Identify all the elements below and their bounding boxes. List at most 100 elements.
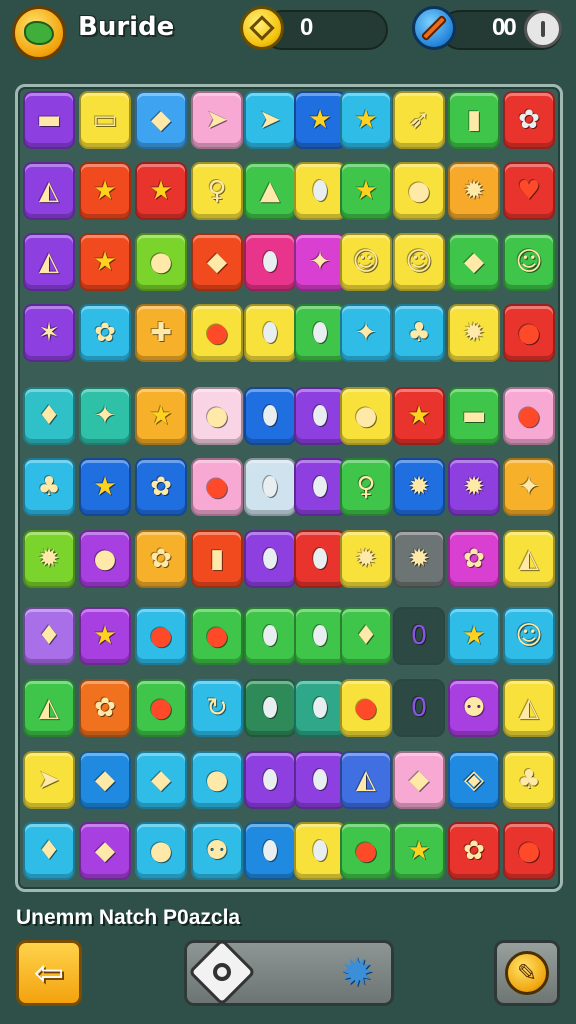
tile-gear[interactable]: ✹ (340, 530, 392, 588)
tile-pin[interactable]: ⬮ (244, 304, 296, 362)
tile-plane[interactable]: ➤ (23, 751, 75, 809)
tile-gear[interactable]: ✹ (448, 162, 500, 220)
tile-flower[interactable]: ✿ (448, 530, 500, 588)
tile-flower[interactable]: ✿ (135, 458, 187, 516)
tile-pin[interactable]: ⬮ (294, 607, 346, 665)
tile-bar[interactable]: ▮ (191, 530, 243, 588)
tile-star[interactable]: ★ (340, 91, 392, 149)
tile-bird[interactable]: ● (393, 162, 445, 220)
tile-gear[interactable]: ✹ (393, 530, 445, 588)
tile-pin[interactable]: ⬮ (294, 458, 346, 516)
tile-splat[interactable]: ✹ (23, 530, 75, 588)
tile-pin[interactable]: ⬮ (244, 387, 296, 445)
tile-star[interactable]: ★ (393, 387, 445, 445)
tile-leaf[interactable]: ◆ (135, 751, 187, 809)
tile-puzzle[interactable]: ♣ (393, 304, 445, 362)
tile-face[interactable]: ⚉ (191, 822, 243, 880)
tile-gem[interactable]: ◆ (191, 233, 243, 291)
tile-pin[interactable]: ⬮ (244, 679, 296, 737)
tile-flower[interactable]: ✿ (135, 530, 187, 588)
tile-pin[interactable]: ⬮ (294, 387, 346, 445)
tile-splash[interactable]: ✦ (79, 387, 131, 445)
tile-plane[interactable]: ◭ (340, 751, 392, 809)
tile-ball[interactable]: ● (503, 387, 555, 445)
tile-diamond[interactable]: ◈ (448, 751, 500, 809)
tile-plane[interactable]: ◭ (23, 162, 75, 220)
tile-leaf[interactable]: ♦ (23, 387, 75, 445)
tile-pin[interactable]: ⬮ (294, 679, 346, 737)
tile-empty[interactable]: 0 (393, 679, 445, 737)
tile-face[interactable]: ☺ (503, 607, 555, 665)
tile-ring[interactable]: ⬮ (294, 162, 346, 220)
tile-apple[interactable]: ● (135, 679, 187, 737)
tile-ball[interactable]: ● (503, 304, 555, 362)
tile-key[interactable]: ♀ (191, 162, 243, 220)
tile-ball[interactable]: ● (191, 607, 243, 665)
tile-splash[interactable]: ✦ (294, 233, 346, 291)
tile-star4[interactable]: ✦ (340, 304, 392, 362)
tile-flower[interactable]: ✿ (79, 679, 131, 737)
pencil-icon[interactable] (412, 6, 456, 50)
tile-flower[interactable]: ✿ (79, 304, 131, 362)
tile-face[interactable]: ☺ (503, 233, 555, 291)
tile-leaf[interactable]: ◆ (135, 91, 187, 149)
tile-face[interactable]: ☺ (393, 233, 445, 291)
tile-ring[interactable]: ⬮ (244, 530, 296, 588)
tile-puzzle[interactable]: ♣ (23, 458, 75, 516)
tile-card[interactable]: ▭ (79, 91, 131, 149)
tool-button[interactable]: ✎ (494, 940, 560, 1006)
tile-star[interactable]: ★ (294, 91, 346, 149)
tile-star[interactable]: ★ (135, 162, 187, 220)
tile-star[interactable]: ★ (135, 387, 187, 445)
tile-apple[interactable]: ● (340, 679, 392, 737)
tile-gem[interactable]: ◆ (79, 822, 131, 880)
tile-cross[interactable]: ✚ (135, 304, 187, 362)
tile-gear[interactable]: ✹ (448, 458, 500, 516)
tile-heart[interactable]: ♥ (503, 162, 555, 220)
tile-card[interactable]: ▮ (448, 91, 500, 149)
tile-gear[interactable]: ✹ (448, 304, 500, 362)
tile-plane[interactable]: ➤ (191, 91, 243, 149)
tile-plane[interactable]: ◭ (503, 530, 555, 588)
tile-ring[interactable]: ⬮ (294, 530, 346, 588)
tile-apple[interactable]: ● (191, 304, 243, 362)
tile-gem[interactable]: ◆ (393, 751, 445, 809)
tile-jar[interactable]: ● (340, 387, 392, 445)
tile-star[interactable]: ★ (340, 162, 392, 220)
leaf-icon[interactable] (12, 6, 66, 60)
tile-star[interactable]: ★ (79, 233, 131, 291)
settings-gear-button[interactable]: ✹ (334, 950, 380, 996)
tile-gem[interactable]: ◆ (79, 751, 131, 809)
tile-face[interactable]: ☺ (340, 233, 392, 291)
tile-star[interactable]: ★ (79, 162, 131, 220)
tile-leaf[interactable]: ♦ (23, 822, 75, 880)
tile-rocket[interactable]: ➶ (393, 91, 445, 149)
tile-ring[interactable]: ⬮ (294, 751, 346, 809)
tile-bean[interactable]: ● (135, 822, 187, 880)
tile-star[interactable]: ★ (79, 607, 131, 665)
tile-star[interactable]: ★ (79, 458, 131, 516)
tile-ball[interactable]: ● (340, 822, 392, 880)
back-button[interactable]: ⇦ (16, 940, 82, 1006)
tile-splash[interactable]: ✦ (503, 458, 555, 516)
tile-key[interactable]: ♀ (340, 458, 392, 516)
tile-swirl[interactable]: ↻ (191, 679, 243, 737)
tile-pin[interactable]: ⬮ (244, 458, 296, 516)
tile-ring[interactable]: ✿ (503, 91, 555, 149)
tile-ring[interactable]: ⬮ (244, 233, 296, 291)
tile-carrot[interactable]: ♦ (340, 607, 392, 665)
pause-button[interactable] (524, 10, 562, 48)
tile-plane[interactable]: ◭ (23, 233, 75, 291)
tile-gear[interactable]: ✹ (393, 458, 445, 516)
tile-pin[interactable]: ⬮ (294, 304, 346, 362)
tile-apple[interactable]: ● (191, 458, 243, 516)
tile-pin[interactable]: ⬮ (294, 822, 346, 880)
tile-plane[interactable]: ◭ (23, 679, 75, 737)
tile-flower[interactable]: ✿ (448, 822, 500, 880)
tile-apple[interactable]: ● (135, 607, 187, 665)
tile-ball[interactable]: ● (503, 822, 555, 880)
tile-bottle[interactable]: ▲ (244, 162, 296, 220)
tile-plane[interactable]: ◭ (503, 679, 555, 737)
tile-card[interactable]: ▬ (448, 387, 500, 445)
tile-plane[interactable]: ➤ (244, 91, 296, 149)
